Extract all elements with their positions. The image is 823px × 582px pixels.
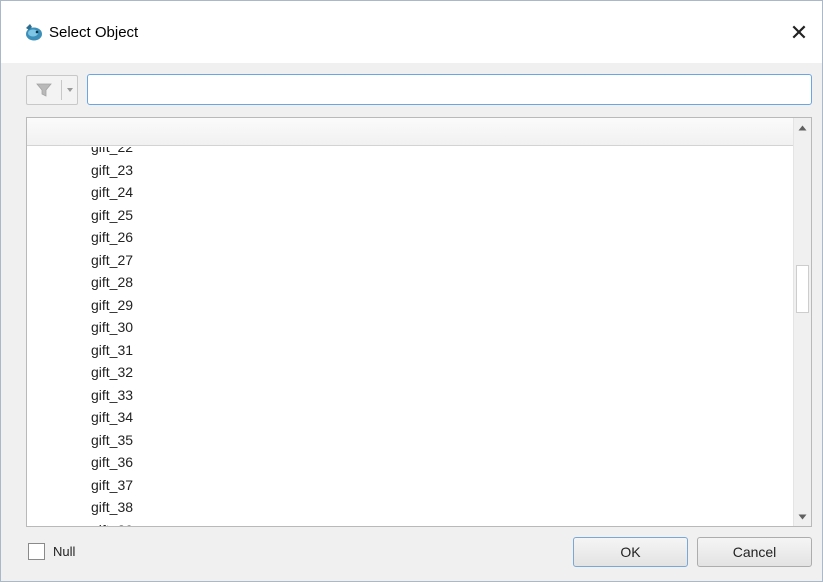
list-item[interactable]: gift_28 [27,271,793,294]
scroll-up-icon[interactable] [794,119,811,136]
list-item[interactable]: gift_24 [27,181,793,204]
null-label: Null [53,544,76,559]
dialog-title: Select Object [49,24,139,41]
title-bar: Select Object ✕ [1,1,822,63]
ok-button[interactable]: OK [573,537,688,567]
funnel-icon[interactable] [27,76,61,104]
list-item[interactable]: gift_27 [27,249,793,272]
list-item[interactable]: gift_23 [27,159,793,182]
scroll-thumb[interactable] [796,265,809,313]
list-item[interactable]: gift_37 [27,474,793,497]
list-column-header[interactable] [27,118,793,146]
app-icon [23,23,43,43]
list-item[interactable]: gift_32 [27,361,793,384]
list-item[interactable]: gift_39 [27,519,793,527]
list-item[interactable]: gift_25 [27,204,793,227]
list-item[interactable]: gift_30 [27,316,793,339]
object-list[interactable]: gift_22 gift_23 gift_24 gift_25 gift_26 gift_… [26,117,812,527]
filter-button[interactable] [26,75,78,105]
close-button[interactable]: ✕ [776,11,822,55]
chevron-down-icon[interactable] [62,76,77,104]
null-checkbox[interactable] [28,543,45,560]
list-item[interactable]: gift_26 [27,226,793,249]
list-item[interactable]: gift_35 [27,429,793,452]
select-object-dialog: Select Object ✕ gift_22 gift_23 gift_24 gif… [0,0,823,582]
list-body[interactable]: gift_22 gift_23 gift_24 gift_25 gift_26 gift_… [27,147,793,526]
cancel-button[interactable]: Cancel [697,537,812,567]
vertical-scrollbar[interactable] [793,118,811,526]
list-item[interactable]: gift_22 [27,147,793,159]
list-items[interactable]: gift_22 gift_23 gift_24 gift_25 gift_26 gift_… [27,147,793,526]
list-item[interactable]: gift_31 [27,339,793,362]
scroll-down-icon[interactable] [794,508,811,525]
search-input[interactable] [87,74,812,105]
list-item[interactable]: gift_34 [27,406,793,429]
close-icon[interactable]: ✕ [790,21,808,46]
list-item[interactable]: gift_33 [27,384,793,407]
list-item[interactable]: gift_29 [27,294,793,317]
list-item[interactable]: gift_36 [27,451,793,474]
list-item[interactable]: gift_38 [27,496,793,519]
